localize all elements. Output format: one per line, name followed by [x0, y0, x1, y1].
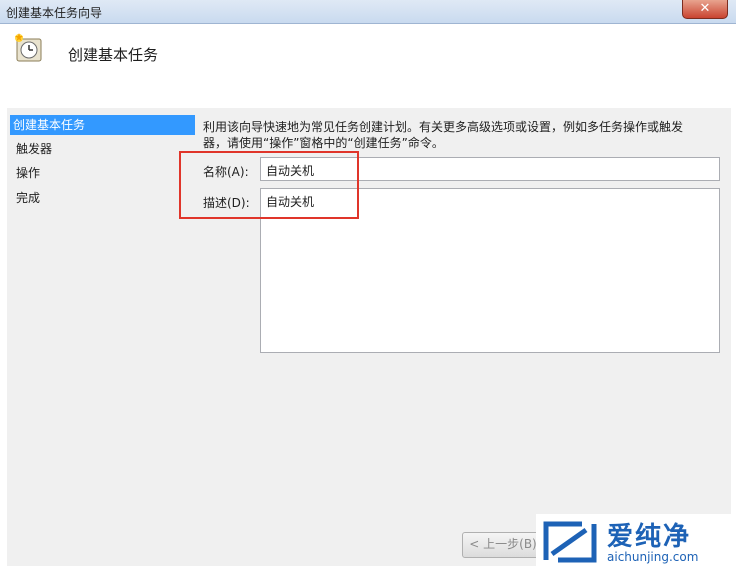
description-line-2: 器，请使用“操作”窗格中的“创建任务”命令。: [203, 136, 444, 150]
wizard-body: 创建基本任务 触发器 操作 完成 利用该向导快速地为常见任务创建计划。有关更多高…: [7, 108, 731, 566]
watermark-url: aichunjing.com: [607, 550, 699, 564]
description-text: 利用该向导快速地为常见任务创建计划。有关更多高级选项或设置，例如多任务操作或触发…: [203, 119, 723, 151]
step-create-basic-task[interactable]: 创建基本任务: [10, 115, 195, 135]
highlight-box: [179, 151, 359, 219]
description-line-1: 利用该向导快速地为常见任务创建计划。有关更多高级选项或设置，例如多任务操作或触发: [203, 120, 684, 134]
step-finish[interactable]: 完成: [13, 188, 40, 208]
title-bar: 创建基本任务向导 ✕: [0, 0, 736, 24]
step-trigger[interactable]: 触发器: [13, 139, 52, 159]
window-title: 创建基本任务向导: [6, 6, 103, 20]
watermark-logo: 爱纯净 aichunjing.com: [536, 514, 736, 573]
page-title: 创建基本任务: [68, 46, 159, 64]
step-action[interactable]: 操作: [13, 163, 40, 183]
close-icon: ✕: [699, 1, 711, 16]
clock-icon: [15, 33, 42, 62]
watermark-brand: 爱纯净: [607, 522, 692, 552]
back-button[interactable]: < 上一步(B): [462, 532, 544, 558]
wizard-header: 创建基本任务: [0, 24, 736, 108]
wizard-steps: 创建基本任务 触发器 操作 完成: [7, 108, 195, 566]
close-button[interactable]: ✕: [682, 0, 728, 19]
logo-icon: [543, 521, 597, 563]
